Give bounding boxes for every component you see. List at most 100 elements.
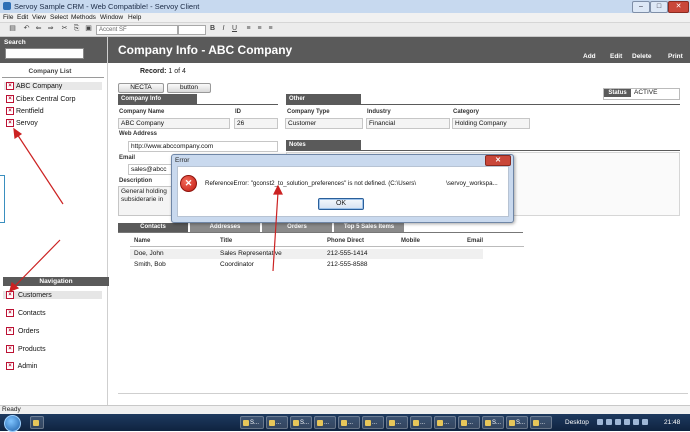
- taskbar-button[interactable]: ...: [314, 416, 336, 429]
- description-label: Description: [119, 178, 153, 184]
- nav-label: Contacts: [17, 309, 46, 317]
- undo-icon[interactable]: ↶: [22, 25, 31, 33]
- column-header-email[interactable]: Email: [467, 238, 483, 244]
- taskbar-button[interactable]: ...: [410, 416, 432, 429]
- tray-icon[interactable]: [624, 419, 630, 425]
- tray-icon[interactable]: [597, 419, 603, 425]
- menu-select[interactable]: Select: [50, 13, 68, 22]
- back-icon[interactable]: ⇐: [34, 25, 43, 33]
- company-name: Servoy: [16, 119, 38, 127]
- nav-icon: ×: [6, 345, 14, 353]
- category-field[interactable]: Holding Company: [452, 118, 530, 129]
- company-list-item[interactable]: × Cibex Central Corp: [6, 95, 76, 103]
- company-list-item[interactable]: × ABC Company: [4, 82, 102, 90]
- taskbar-button[interactable]: ...: [530, 416, 552, 429]
- column-header-title[interactable]: Title: [220, 238, 232, 244]
- window-title: Servoy Sample CRM - Web Compatible! - Se…: [14, 2, 200, 11]
- necta-button[interactable]: NECTA: [118, 83, 164, 93]
- dialog-title: Error: [175, 157, 190, 164]
- paste-icon[interactable]: ▣: [84, 25, 93, 33]
- start-button[interactable]: [4, 415, 21, 432]
- ok-button[interactable]: OK: [318, 198, 364, 210]
- italic-icon[interactable]: I: [219, 25, 228, 33]
- taskbar-button[interactable]: S...: [290, 416, 312, 429]
- copy-icon[interactable]: ⎘: [72, 25, 81, 33]
- open-icon[interactable]: ▤: [8, 25, 17, 33]
- add-button[interactable]: Add: [583, 53, 596, 60]
- delete-button[interactable]: Delete: [632, 53, 652, 60]
- taskbar-button[interactable]: S...: [240, 416, 264, 429]
- company-list-item[interactable]: × Rentfield: [6, 107, 44, 115]
- email-field[interactable]: sales@abcc: [128, 164, 176, 175]
- tab-contacts[interactable]: Contacts: [118, 223, 188, 232]
- collapsed-panel[interactable]: [0, 175, 5, 223]
- nav-label: Admin: [17, 362, 38, 370]
- company-type-field[interactable]: Customer: [285, 118, 363, 129]
- column-header-name[interactable]: Name: [134, 238, 150, 244]
- page-title: Company Info - ABC Company: [118, 43, 293, 57]
- dialog-close-button[interactable]: ✕: [485, 155, 511, 166]
- network-icon[interactable]: [633, 419, 639, 425]
- menu-methods[interactable]: Methods: [71, 13, 96, 22]
- menu-file[interactable]: File: [3, 13, 13, 22]
- tab-top-5-sales-items[interactable]: Top 5 Sales Items: [334, 223, 404, 232]
- tab-orders[interactable]: Orders: [262, 223, 332, 232]
- taskbar-button[interactable]: ...: [338, 416, 360, 429]
- search-input[interactable]: [5, 48, 84, 59]
- column-header-mobile[interactable]: Mobile: [401, 238, 420, 244]
- tab-addresses[interactable]: Addresses: [190, 223, 260, 232]
- nav-item-admin[interactable]: × Admin: [6, 362, 37, 370]
- menu-window[interactable]: Window: [100, 13, 123, 22]
- record-value: 1 of 4: [168, 68, 186, 75]
- company-name: Cibex Central Corp: [16, 95, 76, 103]
- generic-button[interactable]: button: [167, 83, 211, 93]
- taskbar-button[interactable]: S...: [482, 416, 504, 429]
- menu-view[interactable]: View: [32, 13, 46, 22]
- taskbar-button[interactable]: ...: [434, 416, 456, 429]
- volume-icon[interactable]: [642, 419, 648, 425]
- id-label: ID: [235, 109, 241, 115]
- print-button[interactable]: Print: [668, 53, 683, 60]
- column-header-phone[interactable]: Phone Direct: [327, 238, 364, 244]
- taskbar-button[interactable]: ...: [362, 416, 384, 429]
- font-select[interactable]: Accent SF: [96, 25, 178, 35]
- taskbar-button[interactable]: ...: [266, 416, 288, 429]
- bold-icon[interactable]: B: [208, 25, 217, 33]
- align-left-icon[interactable]: ≡: [244, 25, 253, 33]
- company-name-field[interactable]: ABC Company: [118, 118, 230, 129]
- nav-item-contacts[interactable]: × Contacts: [6, 309, 46, 317]
- align-center-icon[interactable]: ≡: [255, 25, 264, 33]
- company-list-item[interactable]: × Servoy: [6, 119, 38, 127]
- menu-edit[interactable]: Edit: [17, 13, 28, 22]
- web-address-field[interactable]: http://www.abccompany.com: [128, 141, 278, 152]
- minimize-button[interactable]: –: [632, 1, 650, 13]
- menu-help[interactable]: Help: [128, 13, 141, 22]
- font-size-select[interactable]: [178, 25, 206, 35]
- edit-button[interactable]: Edit: [610, 53, 622, 60]
- desktop-toolbar-label[interactable]: Desktop: [565, 419, 589, 426]
- nav-item-customers[interactable]: × Customers: [3, 291, 102, 299]
- align-right-icon[interactable]: ≡: [266, 25, 275, 33]
- taskbar-clock[interactable]: 21:48: [664, 419, 680, 426]
- table-row[interactable]: [130, 249, 483, 259]
- divider: [118, 104, 278, 105]
- divider: [2, 77, 104, 78]
- taskbar-button[interactable]: ...: [458, 416, 480, 429]
- underline-icon[interactable]: U: [230, 25, 239, 33]
- industry-field[interactable]: Financial: [366, 118, 450, 129]
- cut-icon[interactable]: ✂: [60, 25, 69, 33]
- taskbar-button[interactable]: S...: [506, 416, 528, 429]
- nav-item-orders[interactable]: × Orders: [6, 327, 39, 335]
- nav-item-products[interactable]: × Products: [6, 345, 46, 353]
- close-window-button[interactable]: ✕: [668, 1, 689, 13]
- maximize-button[interactable]: □: [650, 1, 668, 13]
- tray-icon[interactable]: [606, 419, 612, 425]
- description-field[interactable]: General holding subsiderarie in: [118, 186, 174, 216]
- taskbar-button[interactable]: ...: [386, 416, 408, 429]
- forward-icon[interactable]: ⇒: [46, 25, 55, 33]
- divider: [286, 150, 680, 151]
- quicklaunch-icon[interactable]: [30, 416, 44, 429]
- tray-icon[interactable]: [615, 419, 621, 425]
- id-field[interactable]: 26: [234, 118, 278, 129]
- nav-icon: ×: [6, 291, 14, 299]
